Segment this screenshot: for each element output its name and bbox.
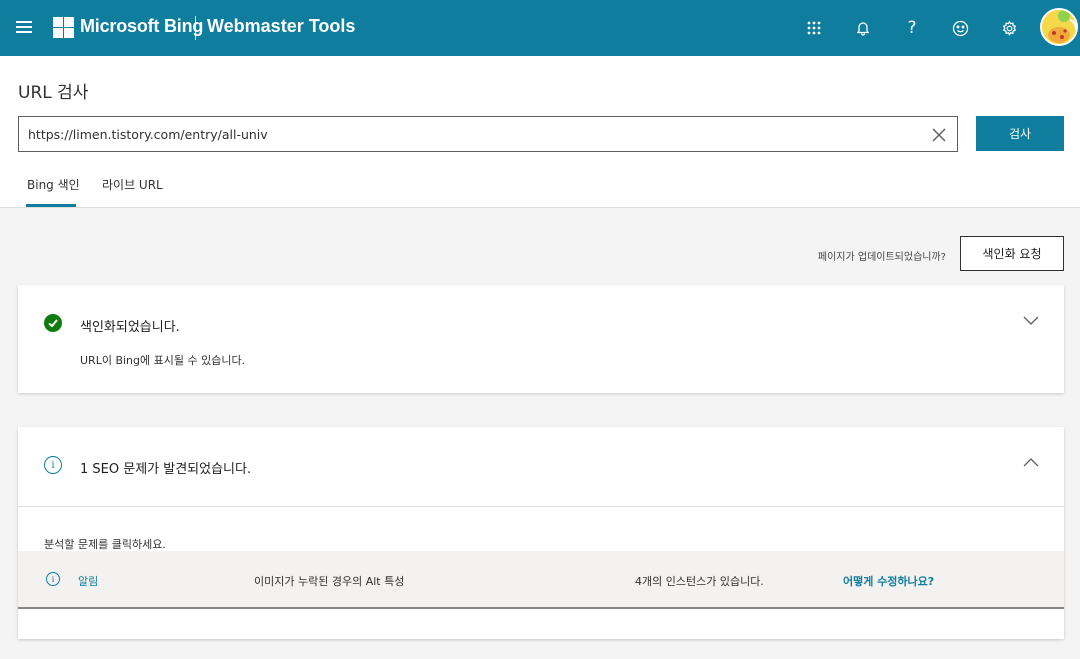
issue-severity: 알림 <box>78 575 99 588</box>
brand-name[interactable]: Microsoft Bing <box>80 16 203 37</box>
apps-grid-icon[interactable] <box>802 16 826 40</box>
issue-instances: 4개의 인스턴스가 있습니다. <box>635 575 764 588</box>
url-input[interactable] <box>19 117 899 151</box>
seo-issues-card: i 1 SEO 문제가 발견되었습니다. 분석할 문제를 클릭하세요. i 알림… <box>18 427 1064 639</box>
gear-icon[interactable] <box>997 16 1021 40</box>
hamburger-menu-icon[interactable] <box>16 18 36 38</box>
microsoft-logo-icon <box>53 17 74 38</box>
check-circle-icon <box>44 314 62 332</box>
tab-live-url[interactable]: 라이브 URL <box>102 176 163 193</box>
info-icon: i <box>46 572 60 586</box>
help-icon[interactable]: ? <box>900 16 924 40</box>
index-status-description: URL이 Bing에 표시될 수 있습니다. <box>80 354 246 367</box>
seo-issues-title: 1 SEO 문제가 발견되었습니다. <box>80 462 252 477</box>
user-avatar[interactable] <box>1040 8 1078 46</box>
brand-divider <box>195 16 196 40</box>
tab-bing-index[interactable]: Bing 색인 <box>27 176 80 193</box>
chevron-down-icon[interactable] <box>1022 311 1040 329</box>
index-status-card: 색인화되었습니다. URL이 Bing에 표시될 수 있습니다. <box>18 285 1064 393</box>
info-icon: i <box>44 456 62 474</box>
how-to-fix-link[interactable]: 어떻게 수정하나요? <box>843 573 934 589</box>
page-title: URL 검사 <box>18 83 89 103</box>
index-status-title: 색인화되었습니다. <box>80 320 180 335</box>
product-name[interactable]: Webmaster Tools <box>207 16 355 37</box>
analyze-hint: 분석할 문제를 클릭하세요. <box>44 538 166 551</box>
seo-issue-row[interactable]: i 알림 이미지가 누락된 경우의 Alt 특성 4개의 인스턴스가 있습니다.… <box>18 551 1064 609</box>
issue-name: 이미지가 누락된 경우의 Alt 특성 <box>254 575 405 588</box>
page-updated-question: 페이지가 업데이트되었습니까? <box>817 252 946 263</box>
inspect-button[interactable]: 검사 <box>976 116 1064 151</box>
smiley-icon[interactable] <box>948 16 972 40</box>
request-indexing-button[interactable]: 색인화 요청 <box>960 236 1064 271</box>
url-inspection-header: URL 검사 검사 Bing 색인 라이브 URL <box>0 56 1080 208</box>
top-bar: Microsoft Bing Webmaster Tools ? <box>0 0 1080 56</box>
bell-icon[interactable] <box>851 16 875 40</box>
divider <box>18 506 1064 507</box>
clear-icon[interactable] <box>929 125 949 145</box>
chevron-up-icon[interactable] <box>1022 454 1040 472</box>
url-search-box <box>18 116 958 152</box>
active-tab-indicator <box>26 204 76 207</box>
